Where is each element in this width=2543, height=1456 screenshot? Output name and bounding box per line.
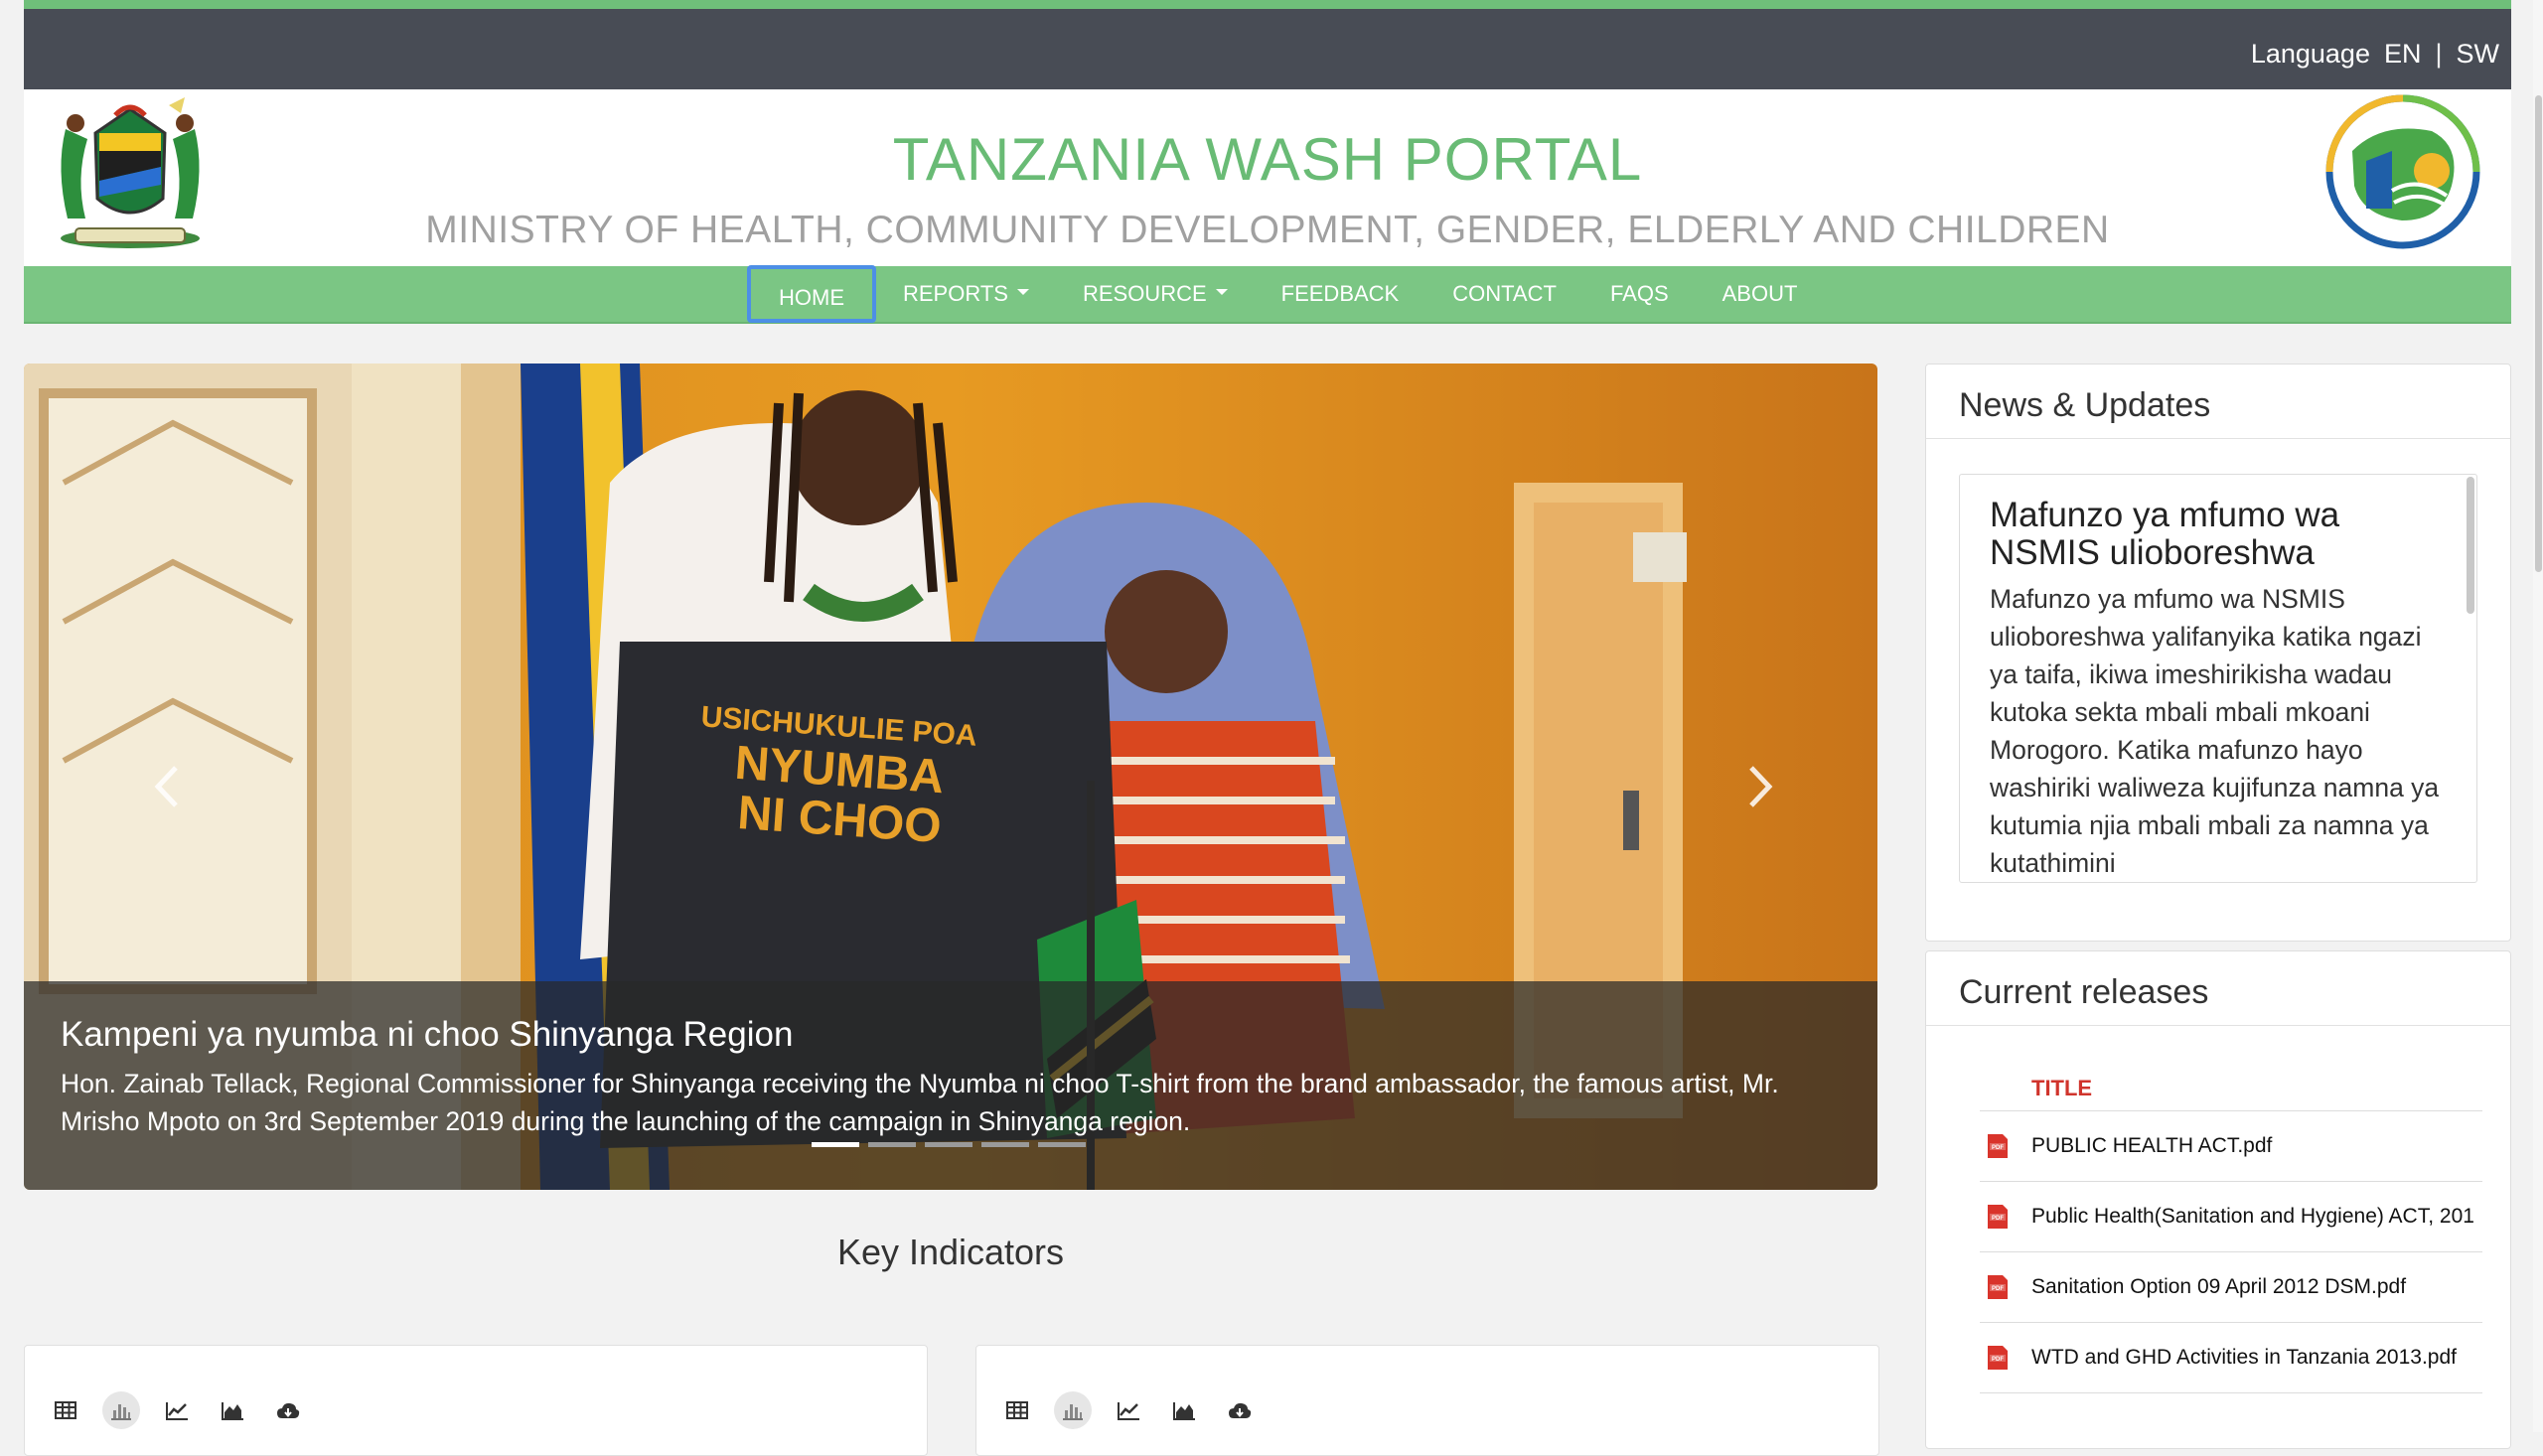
page-scrollbar-thumb[interactable] — [2535, 95, 2542, 572]
area-chart-icon — [1173, 1402, 1195, 1420]
pdf-icon: PDF — [1988, 1275, 2008, 1299]
svg-text:PDF: PDF — [1992, 1216, 2004, 1222]
pdf-icon: PDF — [1988, 1205, 2008, 1229]
nav-item-label: FAQS — [1609, 281, 1669, 306]
table-button[interactable] — [998, 1391, 1036, 1429]
nav-item-contact[interactable]: CONTACT — [1425, 266, 1583, 322]
release-row[interactable]: PDF Sanitation Option 09 April 2012 DSM.p… — [1980, 1252, 2482, 1323]
cloud-download-button[interactable] — [269, 1391, 307, 1429]
language-switcher: Language EN | SW — [2251, 39, 2499, 70]
nav-item-resource[interactable]: RESOURCE — [1056, 266, 1255, 322]
cloud-download-icon — [1229, 1402, 1252, 1418]
news-panel: News & Updates Mafunzo ya mfumo wa NSMIS… — [1925, 364, 2511, 942]
release-file-name[interactable]: Sanitation Option 09 April 2012 DSM.pdf — [2031, 1275, 2406, 1299]
release-row[interactable]: PDF WTD and GHD Activities in Tanzania 20… — [1980, 1323, 2482, 1393]
top-bar: Language EN | SW — [24, 9, 2511, 89]
top-accent-bar — [24, 0, 2511, 9]
cloud-download-icon — [277, 1402, 300, 1418]
carousel-next-button[interactable] — [1730, 757, 1790, 816]
svg-text:PDF: PDF — [1992, 1357, 2004, 1363]
lang-en-link[interactable]: EN — [2384, 39, 2422, 70]
release-file-name[interactable]: WTD and GHD Activities in Tanzania 2013.… — [2031, 1346, 2457, 1370]
releases-panel: Current releases TITLE PDF PUBLIC HEALTH … — [1925, 950, 2511, 1449]
cloud-download-button[interactable] — [1221, 1391, 1259, 1429]
site-header: TANZANIA WASH PORTAL MINISTRY OF HEALTH,… — [24, 89, 2511, 266]
nav-item-label: CONTACT — [1452, 281, 1557, 306]
wash-portal-logo[interactable] — [2322, 91, 2483, 252]
news-scrollbar[interactable] — [2467, 477, 2474, 614]
release-file-name[interactable]: PUBLIC HEALTH ACT.pdf — [2031, 1134, 2272, 1158]
bar-chart-button[interactable] — [102, 1391, 140, 1429]
indicator-card — [975, 1345, 1879, 1456]
key-indicators-title: Key Indicators — [836, 1232, 1065, 1272]
nav-item-label: RESOURCE — [1082, 281, 1207, 306]
line-chart-icon — [166, 1402, 188, 1420]
page-scrollbar[interactable] — [2533, 0, 2543, 1432]
bar-chart-icon — [1063, 1404, 1083, 1420]
caret-down-icon — [1016, 289, 1029, 296]
line-chart-icon — [1118, 1402, 1139, 1420]
carousel-caption-title: Kampeni ya nyumba ni choo Shinyanga Regi… — [61, 1015, 794, 1054]
page: Language EN | SW TANZANIA WASH PORTAL MI… — [0, 0, 2543, 1456]
table-button[interactable] — [47, 1391, 84, 1429]
pdf-icon: PDF — [1988, 1134, 2008, 1158]
nav-item-label: ABOUT — [1721, 281, 1798, 306]
pdf-icon: PDF — [1988, 1346, 2008, 1370]
table-icon — [1006, 1401, 1028, 1419]
table-icon — [55, 1401, 76, 1419]
releases-rows: PDF PUBLIC HEALTH ACT.pdf PDF Public Health… — [1980, 1111, 2482, 1393]
chevron-left-icon — [154, 766, 178, 807]
nav-item-label: FEEDBACK — [1280, 281, 1400, 306]
site-subtitle: MINISTRY OF HEALTH, COMMUNITY DEVELOPMEN… — [425, 209, 2110, 251]
lang-sw-link[interactable]: SW — [2457, 39, 2500, 70]
chevron-right-icon — [1749, 766, 1773, 807]
carousel-caption-text: Hon. Zainab Tellack, Regional Commission… — [61, 1069, 1779, 1136]
releases-column-title: TITLE — [1980, 1071, 2482, 1111]
nav-item-feedback[interactable]: FEEDBACK — [1255, 266, 1426, 322]
releases-table: TITLE PDF PUBLIC HEALTH ACT.pdf PDF Public … — [1980, 1071, 2482, 1393]
main-nav: HOME REPORTS RESOURCE FEEDBACK CONTACT FAQS AB… — [24, 264, 2511, 324]
news-panel-title: News & Updates — [1959, 386, 2211, 424]
release-row[interactable]: PDF PUBLIC HEALTH ACT.pdf — [1980, 1111, 2482, 1182]
releases-panel-title: Current releases — [1959, 973, 2209, 1011]
nav-items: HOME REPORTS RESOURCE FEEDBACK CONTACT FAQS AB… — [747, 264, 1825, 323]
nav-item-faqs[interactable]: FAQS — [1583, 266, 1696, 322]
bar-chart-button[interactable] — [1054, 1391, 1092, 1429]
indicator-card — [24, 1345, 928, 1456]
carousel-indicator[interactable] — [1038, 1142, 1086, 1147]
nav-item-reports[interactable]: REPORTS — [876, 266, 1056, 322]
indicator-toolbar — [998, 1391, 1259, 1429]
carousel-indicator[interactable] — [925, 1142, 972, 1147]
news-scroll-box[interactable]: Mafunzo ya mfumo wa NSMIS ulioboreshwa M… — [1959, 474, 2477, 883]
indicator-toolbar — [47, 1391, 307, 1429]
lang-separator: | — [2435, 39, 2443, 69]
area-chart-icon — [222, 1402, 243, 1420]
site-title: TANZANIA WASH PORTAL — [892, 126, 1643, 193]
carousel-indicator[interactable] — [868, 1142, 916, 1147]
nav-item-about[interactable]: ABOUT — [1696, 266, 1825, 322]
carousel-indicators — [812, 1142, 1086, 1147]
line-chart-button[interactable] — [1110, 1391, 1147, 1429]
svg-text:PDF: PDF — [1992, 1286, 2004, 1292]
release-file-name[interactable]: Public Health(Sanitation and Hygiene) AC… — [2031, 1205, 2474, 1229]
news-item-body: Mafunzo ya mfumo wa NSMIS ulioboreshwa y… — [1990, 584, 2440, 878]
release-row[interactable]: PDF Public Health(Sanitation and Hygiene)… — [1980, 1182, 2482, 1252]
area-chart-button[interactable] — [1165, 1391, 1203, 1429]
language-label: Language — [2250, 39, 2370, 69]
news-item-heading[interactable]: Mafunzo ya mfumo wa NSMIS ulioboreshwa — [1990, 497, 2437, 572]
svg-text:PDF: PDF — [1992, 1145, 2004, 1151]
nav-item-label: HOME — [779, 284, 844, 310]
nav-item-home[interactable]: HOME — [747, 264, 876, 323]
carousel-prev-button[interactable] — [137, 757, 197, 816]
nav-item-label: REPORTS — [903, 281, 1008, 306]
bar-chart-icon — [111, 1404, 131, 1420]
area-chart-button[interactable] — [214, 1391, 251, 1429]
hero-carousel: USICHUKULIE POA NYUMBA NI CHOO Kampeni y… — [24, 364, 1877, 1190]
carousel-indicator[interactable] — [812, 1142, 859, 1147]
carousel-indicator[interactable] — [981, 1142, 1029, 1147]
caret-down-icon — [1215, 289, 1228, 296]
line-chart-button[interactable] — [158, 1391, 196, 1429]
